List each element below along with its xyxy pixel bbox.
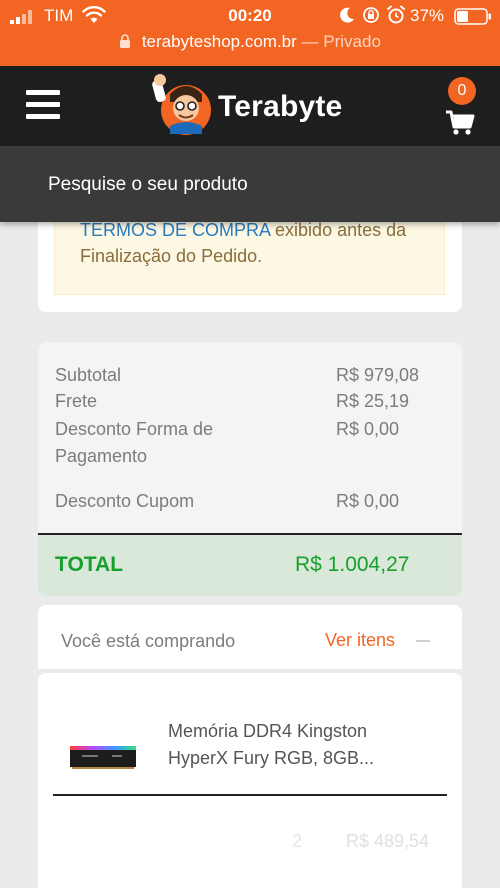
terms-link[interactable]: TERMOS DE COMPRA	[80, 220, 270, 240]
battery-percentage: 37%	[410, 6, 445, 25]
total-row: TOTAL R$ 1.004,27	[38, 535, 462, 596]
mascot-icon	[152, 74, 211, 135]
address-bar[interactable]: terabyteshop.com.br — Privado	[0, 32, 500, 56]
total-value: R$ 1.004,27	[295, 553, 410, 576]
product-card: Memória DDR4 Kingston HyperX Fury RGB, 8…	[38, 673, 462, 888]
alarm-icon	[387, 5, 405, 24]
product-image	[70, 746, 136, 769]
product-divider	[53, 794, 447, 796]
status-bar: TIM 00:20 37%	[0, 0, 500, 32]
order-summary: Subtotal R$ 979,08 Frete R$ 25,19 Descon…	[38, 342, 462, 596]
coupon-discount-value: R$ 0,00	[336, 491, 400, 511]
moon-icon	[340, 7, 354, 23]
site-header: Terabyte 0	[0, 66, 500, 146]
private-mode-label: — Privado	[302, 32, 381, 51]
payment-discount-value: R$ 0,00	[336, 419, 400, 439]
logo-text: Terabyte	[218, 90, 343, 123]
buying-header: Você está comprando Ver itens	[38, 605, 462, 669]
shopping-cart-icon	[446, 110, 475, 135]
lock-icon	[120, 34, 131, 48]
shipping-value: R$ 25,19	[336, 391, 410, 411]
product-name[interactable]: Memória DDR4 Kingston HyperX Fury RGB, 8…	[168, 718, 418, 772]
subtotal-value: R$ 979,08	[336, 365, 420, 385]
url-domain: terabyteshop.com.br	[141, 32, 297, 51]
battery-icon	[454, 8, 491, 25]
collapse-icon[interactable]	[416, 640, 430, 642]
search-input[interactable]: Pesquise o seu produto	[48, 174, 248, 196]
cart-button[interactable]: 0	[440, 72, 490, 138]
browser-top-bar: TIM 00:20 37% terabyteshop.com.br — Priv…	[0, 0, 500, 66]
search-bar[interactable]: Pesquise o seu produto	[0, 146, 500, 222]
subtotal-label: Subtotal	[55, 365, 122, 385]
payment-discount-label: Desconto Forma de Pagamento	[55, 419, 214, 466]
menu-icon[interactable]	[26, 90, 60, 120]
product-quantity: 2	[292, 831, 303, 851]
site-logo[interactable]: Terabyte	[152, 74, 352, 138]
cart-count-badge: 0	[448, 77, 476, 105]
view-items-link[interactable]: Ver itens	[325, 630, 395, 651]
shipping-label: Frete	[55, 391, 98, 411]
product-price: R$ 489,54	[346, 831, 430, 851]
terms-text: TERMOS DE COMPRA exibido antes da Finali…	[80, 217, 440, 269]
coupon-discount-label: Desconto Cupom	[55, 491, 195, 511]
total-label: TOTAL	[55, 553, 124, 576]
buying-label: Você está comprando	[61, 631, 236, 651]
private-mode-text: — Privado	[301, 32, 381, 51]
rotation-lock-icon	[363, 7, 379, 23]
